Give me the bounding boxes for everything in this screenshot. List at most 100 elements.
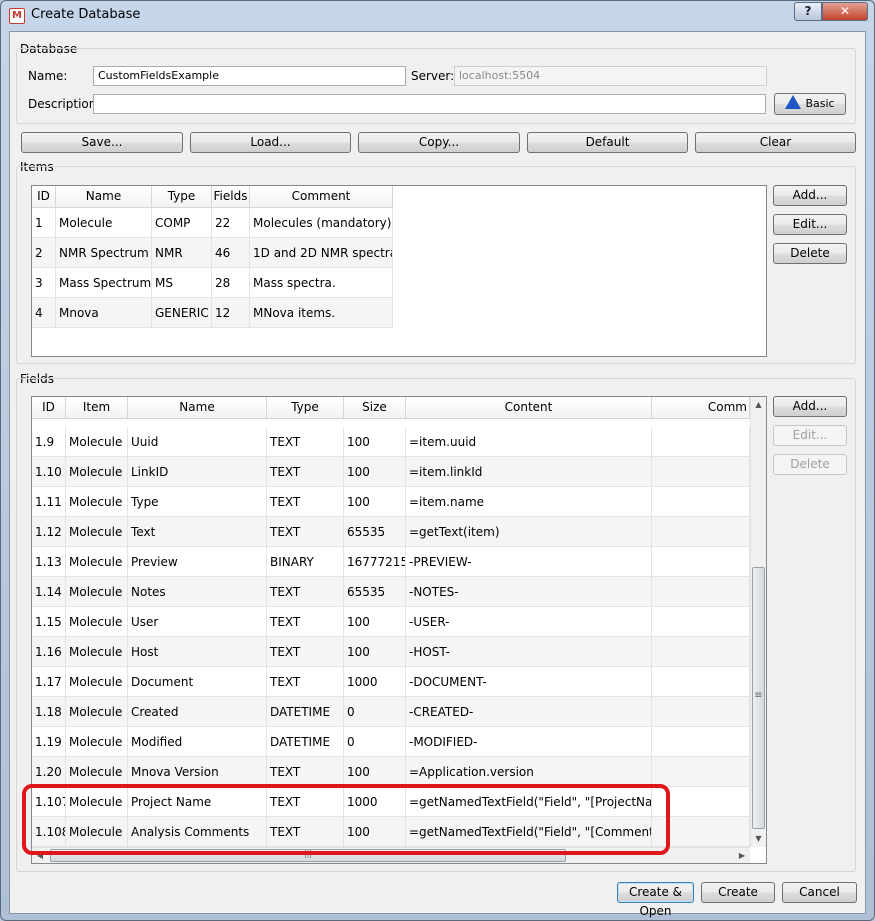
create-open-button[interactable]: Create & Open: [617, 882, 694, 918]
load-button[interactable]: Load...: [190, 132, 351, 153]
horizontal-scroll-thumb[interactable]: |||: [50, 849, 566, 862]
title-bar[interactable]: M Create Database ? ✕: [1, 1, 874, 29]
field-item: Molecule: [66, 517, 128, 547]
field-content: =item.uuid: [406, 427, 652, 457]
table-row[interactable]: 1.17 Molecule Document TEXT 1000 -DOCUME…: [32, 667, 750, 697]
fields-delete-button[interactable]: Delete: [773, 454, 847, 475]
field-name: Mnova Version: [128, 757, 267, 787]
scroll-up-arrow-icon[interactable]: ▲: [751, 397, 766, 413]
items-edit-button[interactable]: Edit...: [773, 214, 847, 235]
field-item: Molecule: [66, 817, 128, 847]
field-size: 0: [344, 697, 406, 727]
field-name: Uuid: [128, 427, 267, 457]
table-row[interactable]: 2 NMR Spectrum NMR 46 1D and 2D NMR spec…: [32, 238, 393, 268]
close-button[interactable]: ✕: [822, 2, 868, 21]
table-row[interactable]: 1.14 Molecule Notes TEXT 65535 -NOTES-: [32, 577, 750, 607]
field-type: TEXT: [267, 517, 344, 547]
field-type: TEXT: [267, 577, 344, 607]
table-row[interactable]: 4 Mnova GENERIC 12 MNova items.: [32, 298, 393, 328]
items-col-id[interactable]: ID: [32, 186, 56, 208]
fields-col-id[interactable]: ID: [32, 397, 66, 419]
basic-mode-icon: [785, 95, 802, 109]
field-comment: [652, 637, 750, 667]
field-id: 1.12: [32, 517, 66, 547]
fields-col-size[interactable]: Size: [344, 397, 406, 419]
field-id: 1.17: [32, 667, 66, 697]
items-col-type[interactable]: Type: [152, 186, 212, 208]
cancel-button[interactable]: Cancel: [782, 882, 857, 903]
field-size: 100: [344, 757, 406, 787]
table-row[interactable]: 1.19 Molecule Modified DATETIME 0 -MODIF…: [32, 727, 750, 757]
field-type: TEXT: [267, 487, 344, 517]
field-type: TEXT: [267, 607, 344, 637]
vertical-scroll-thumb[interactable]: ≡: [752, 567, 765, 829]
clear-button[interactable]: Clear: [695, 132, 856, 153]
field-item: Molecule: [66, 637, 128, 667]
fields-horizontal-scrollbar[interactable]: ◀ ||| ▶: [32, 847, 750, 863]
field-id: 1.10: [32, 457, 66, 487]
table-row[interactable]: 1.9 Molecule Uuid TEXT 100 =item.uuid: [32, 427, 750, 457]
scroll-right-arrow-icon[interactable]: ▶: [734, 848, 750, 863]
scroll-down-arrow-icon[interactable]: ▼: [751, 831, 766, 847]
items-col-comment[interactable]: Comment: [250, 186, 393, 208]
field-name: Document: [128, 667, 267, 697]
items-col-fields[interactable]: Fields: [212, 186, 250, 208]
table-row[interactable]: 1.15 Molecule User TEXT 100 -USER-: [32, 607, 750, 637]
field-item: Molecule: [66, 577, 128, 607]
save-button[interactable]: Save...: [21, 132, 183, 153]
field-name: Notes: [128, 577, 267, 607]
description-label: Description:: [28, 97, 101, 111]
table-row[interactable]: 1.10 Molecule LinkID TEXT 100 =item.link…: [32, 457, 750, 487]
fields-col-comment[interactable]: Comm: [652, 397, 750, 419]
table-row[interactable]: 1.16 Molecule Host TEXT 100 -HOST-: [32, 637, 750, 667]
table-row[interactable]: 1.20 Molecule Mnova Version TEXT 100 =Ap…: [32, 757, 750, 787]
field-id: 1.18: [32, 697, 66, 727]
field-comment: [652, 517, 750, 547]
table-row[interactable]: 1.11 Molecule Type TEXT 100 =item.name: [32, 487, 750, 517]
table-row[interactable]: 1.13 Molecule Preview BINARY 16777215 -P…: [32, 547, 750, 577]
field-type: TEXT: [267, 787, 344, 817]
item-name: Molecule: [56, 208, 152, 238]
field-id: 1.107: [32, 787, 66, 817]
field-type: TEXT: [267, 637, 344, 667]
field-name: Project Name: [128, 787, 267, 817]
copy-button[interactable]: Copy...: [358, 132, 520, 153]
field-comment: [652, 427, 750, 457]
fields-col-item[interactable]: Item: [66, 397, 128, 419]
table-row[interactable]: 1.18 Molecule Created DATETIME 0 -CREATE…: [32, 697, 750, 727]
fields-col-name[interactable]: Name: [128, 397, 267, 419]
field-size: 100: [344, 487, 406, 517]
description-input[interactable]: [93, 94, 766, 114]
table-row[interactable]: 1.12 Molecule Text TEXT 65535 =getText(i…: [32, 517, 750, 547]
field-size: 100: [344, 457, 406, 487]
table-row[interactable]: 1.108 Molecule Analysis Comments TEXT 10…: [32, 817, 750, 847]
basic-button[interactable]: Basic: [774, 93, 846, 115]
field-size: 65535: [344, 517, 406, 547]
item-comment: Molecules (mandatory).: [250, 208, 393, 238]
field-size: 65535: [344, 577, 406, 607]
name-input[interactable]: CustomFieldsExample: [93, 66, 406, 86]
scroll-left-arrow-icon[interactable]: ◀: [32, 848, 48, 863]
field-id: 1.14: [32, 577, 66, 607]
server-input[interactable]: localhost:5504: [454, 66, 767, 86]
items-add-button[interactable]: Add...: [773, 185, 847, 206]
table-row[interactable]: 1 Molecule COMP 22 Molecules (mandatory)…: [32, 208, 393, 238]
field-content: -NOTES-: [406, 577, 652, 607]
create-button[interactable]: Create: [701, 882, 775, 903]
table-row[interactable]: 1.107 Molecule Project Name TEXT 1000 =g…: [32, 787, 750, 817]
field-type: DATETIME: [267, 727, 344, 757]
help-button[interactable]: ?: [794, 2, 822, 21]
fields-edit-button[interactable]: Edit...: [773, 425, 847, 446]
fields-col-type[interactable]: Type: [267, 397, 344, 419]
field-comment: [652, 727, 750, 757]
field-item: Molecule: [66, 457, 128, 487]
fields-col-content[interactable]: Content: [406, 397, 652, 419]
fields-vertical-scrollbar[interactable]: ▲ ≡ ▼: [750, 397, 766, 847]
item-name: Mnova: [56, 298, 152, 328]
items-col-name[interactable]: Name: [56, 186, 152, 208]
fields-add-button[interactable]: Add...: [773, 396, 847, 417]
default-button[interactable]: Default: [527, 132, 688, 153]
field-size: 100: [344, 427, 406, 457]
table-row[interactable]: 3 Mass Spectrum MS 28 Mass spectra.: [32, 268, 393, 298]
items-delete-button[interactable]: Delete: [773, 243, 847, 264]
